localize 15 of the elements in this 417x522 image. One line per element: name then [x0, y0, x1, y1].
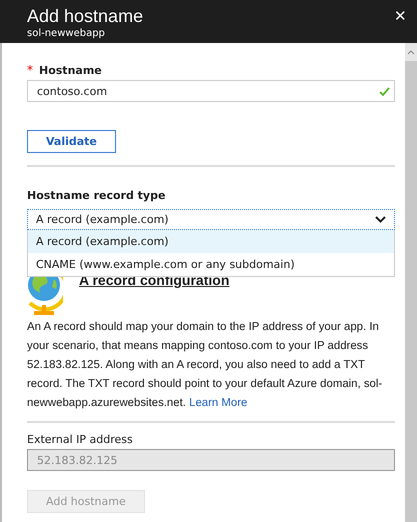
- chevron-down-icon: [375, 216, 386, 223]
- scroll-up-icon: [407, 49, 415, 55]
- hostname-field[interactable]: contoso.com: [27, 80, 395, 102]
- field-label: Hostname: [39, 64, 102, 77]
- validate-button[interactable]: Validate: [27, 130, 116, 153]
- description-text: An A record should map your domain to the IP address of your app. In your scenario, that means mapping contoso.com to your IP address 52.183.82.125. Along with an A record, you also need to add a TXT record. The TXT record should point to your default Azure domain, sol-newwebapp.azurewebsites.net. Learn More: [27, 320, 384, 411]
- scrollbar[interactable]: [405, 43, 417, 522]
- field-label: Hostname record type: [27, 189, 166, 202]
- required-mark: *: [27, 63, 33, 77]
- learn-more-link[interactable]: Learn More: [189, 397, 248, 409]
- dropdown-option[interactable]: A record (example.com): [28, 230, 394, 253]
- blade-title: Add hostname: [27, 5, 144, 27]
- blade-subtitle: sol-newwebapp: [27, 27, 106, 41]
- close-button[interactable]: ✕: [394, 5, 407, 27]
- field-label: External IP address: [27, 433, 134, 446]
